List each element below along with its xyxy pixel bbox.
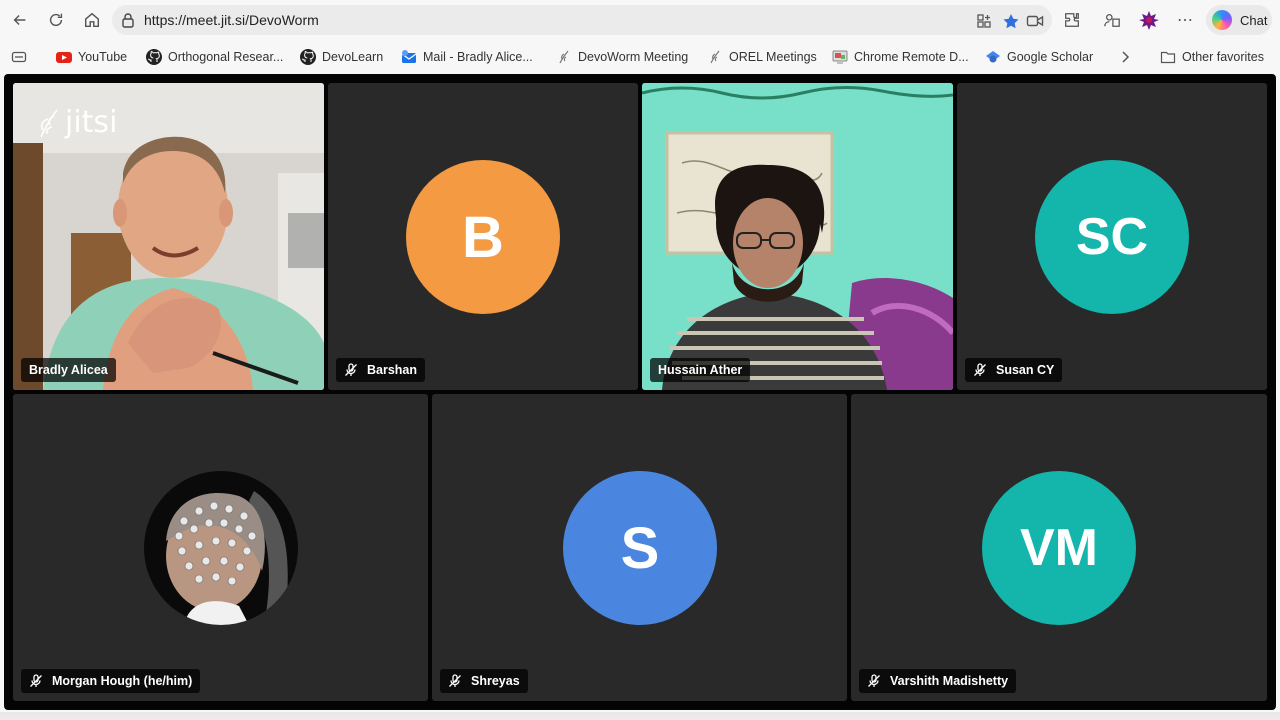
back-icon[interactable]: [8, 8, 32, 32]
participant-name-tag: Bradly Alicea: [21, 358, 116, 382]
browser-toolbar: https://meet.jit.si/DevoWorm ⋯ Chat: [0, 0, 1280, 40]
participant-tile-susan[interactable]: SC Susan CY: [957, 83, 1267, 390]
app-available-icon[interactable]: [976, 13, 994, 29]
lock-icon[interactable]: [121, 12, 135, 28]
bookmark-devoworm-meeting[interactable]: DevoWorm Meeting: [556, 49, 688, 65]
bookmark-youtube[interactable]: YouTube: [56, 49, 127, 65]
participant-video: [642, 83, 953, 390]
participant-name-tag: Susan CY: [965, 358, 1063, 382]
github-icon: [146, 49, 162, 65]
bookmark-label: YouTube: [78, 50, 128, 64]
home-icon[interactable]: [80, 8, 104, 32]
jitsi-watermark: jitsi: [35, 105, 117, 140]
tab-actions-icon[interactable]: [11, 49, 33, 65]
collections-icon[interactable]: [1102, 10, 1122, 30]
mail-icon: [401, 50, 417, 63]
bookmark-devolearn[interactable]: DevoLearn: [300, 49, 383, 65]
youtube-icon: [56, 52, 72, 63]
remote-desktop-icon: [832, 50, 848, 64]
participant-avatar: VM: [982, 471, 1136, 625]
participant-avatar: B: [406, 160, 560, 314]
mic-muted-icon: [868, 674, 880, 687]
scholar-icon: [986, 51, 1000, 63]
jitsi-icon: [710, 50, 720, 64]
bookmark-chrome-remote-desktop[interactable]: Chrome Remote D...: [832, 49, 969, 65]
folder-icon: [1160, 51, 1176, 64]
participant-tile-varshith[interactable]: VM Varshith Madishetty: [851, 394, 1267, 701]
participant-name: Shreyas: [471, 674, 520, 688]
participant-name-tag: Morgan Hough (he/him): [21, 669, 201, 693]
jitsi-icon: [559, 50, 569, 64]
bookmark-label: Mail - Bradly Alice...: [423, 50, 533, 64]
bookmark-label: Chrome Remote D...: [854, 50, 969, 64]
participant-name: Bradly Alicea: [29, 363, 108, 377]
camera-indicator-icon[interactable]: [1026, 13, 1044, 29]
participant-avatar: S: [563, 471, 717, 625]
refresh-icon[interactable]: [44, 8, 68, 32]
other-favorites-folder[interactable]: Other favorites: [1160, 49, 1264, 65]
bookmark-mail[interactable]: Mail - Bradly Alice...: [401, 49, 533, 65]
bookmarks-overflow-chevron-icon[interactable]: [1117, 49, 1139, 65]
window-bottom-edge: [0, 712, 1280, 720]
chat-label: Chat: [1240, 13, 1268, 28]
participant-name: Morgan Hough (he/him): [52, 674, 193, 688]
participant-name: Varshith Madishetty: [890, 674, 1009, 688]
more-options-icon[interactable]: ⋯: [1175, 10, 1195, 30]
mic-muted-icon: [449, 674, 461, 687]
mic-muted-icon: [30, 674, 42, 687]
participant-tile-barshan[interactable]: B Barshan: [328, 83, 638, 390]
participant-name-tag: Hussain Ather: [650, 358, 751, 382]
other-favorites-label: Other favorites: [1182, 50, 1264, 64]
mic-muted-icon: [974, 363, 986, 376]
bookmark-label: Orthogonal Resear...: [168, 50, 284, 64]
participant-name: Barshan: [367, 363, 418, 377]
meeting-stage: jitsi Bradly Alicea B Barshan Hussain At…: [4, 74, 1276, 710]
participant-name-tag: Barshan: [336, 358, 426, 382]
jitsi-logo-icon: [40, 109, 58, 137]
participant-avatar: [144, 471, 298, 625]
participant-avatar: SC: [1035, 160, 1189, 314]
bookmark-google-scholar[interactable]: Google Scholar: [985, 49, 1093, 65]
participant-name-tag: Shreyas: [440, 669, 528, 693]
participant-name: Hussain Ather: [658, 363, 743, 377]
bookmark-label: DevoLearn: [322, 50, 384, 64]
copilot-chat-button[interactable]: Chat: [1206, 5, 1272, 35]
participant-tile-morgan[interactable]: Morgan Hough (he/him): [13, 394, 428, 701]
bookmark-orthogonal-research[interactable]: Orthogonal Resear...: [146, 49, 283, 65]
participant-tile-bradly[interactable]: jitsi Bradly Alicea: [13, 83, 324, 390]
extensions-icon[interactable]: [1062, 10, 1082, 30]
github-icon: [300, 49, 316, 65]
bookmark-label: DevoWorm Meeting: [578, 50, 689, 64]
bookmarks-bar: YouTube Orthogonal Resear... DevoLearn M…: [0, 40, 1280, 74]
copilot-icon: [1212, 10, 1232, 30]
participant-name: Susan CY: [996, 363, 1055, 377]
participant-tile-hussain[interactable]: Hussain Ather: [642, 83, 953, 390]
participant-name-tag: Varshith Madishetty: [859, 669, 1017, 693]
bookmark-label: Google Scholar: [1007, 50, 1094, 64]
bookmark-label: OREL Meetings: [729, 50, 817, 64]
address-bar[interactable]: https://meet.jit.si/DevoWorm: [112, 5, 1052, 35]
url-text[interactable]: https://meet.jit.si/DevoWorm: [144, 12, 319, 28]
participant-tile-shreyas[interactable]: S Shreyas: [432, 394, 847, 701]
mic-muted-icon: [345, 363, 357, 376]
profile-avatar-icon[interactable]: [1139, 10, 1159, 30]
bookmark-orel-meetings[interactable]: OREL Meetings: [707, 49, 817, 65]
favorite-star-icon[interactable]: [1002, 13, 1020, 29]
